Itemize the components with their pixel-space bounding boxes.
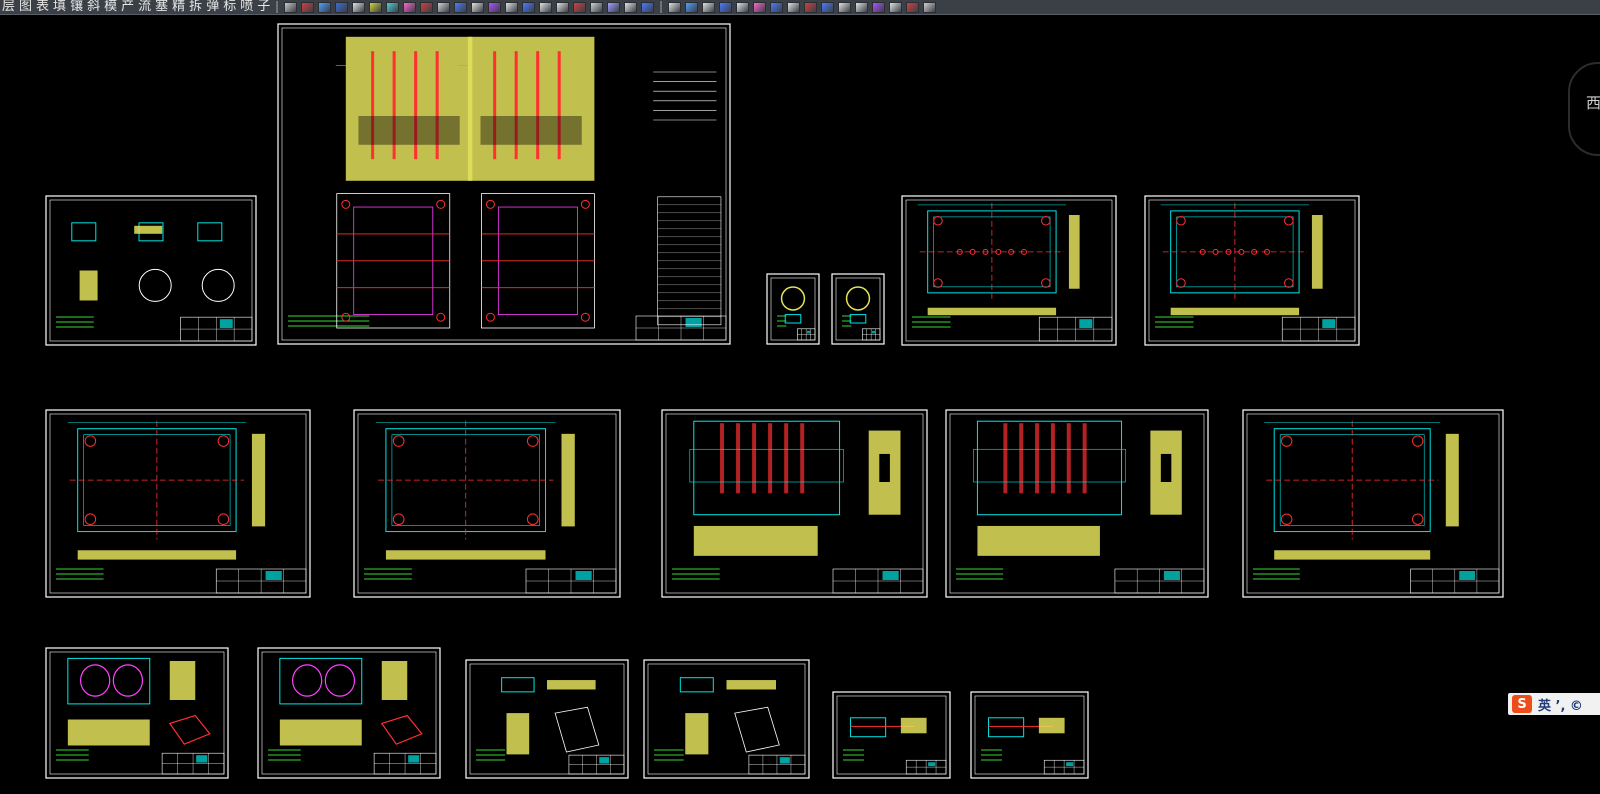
tool-icon[interactable] xyxy=(420,1,434,13)
tool-icon[interactable] xyxy=(804,1,818,13)
tool-icon[interactable] xyxy=(702,1,716,13)
tool-icon[interactable] xyxy=(556,1,570,13)
menu-item[interactable]: 流 xyxy=(136,0,153,14)
ime-status-bar[interactable]: S 英 ’, © xyxy=(1508,693,1600,715)
tool-icon[interactable] xyxy=(454,1,468,13)
menu-item[interactable]: 表 xyxy=(34,0,51,14)
menu-item[interactable]: 精 xyxy=(170,0,187,14)
menu-item[interactable]: 弹 xyxy=(204,0,221,14)
sogou-logo-icon: S xyxy=(1512,695,1532,713)
drawing-sheet-13-insert[interactable] xyxy=(257,647,441,779)
tool-icon[interactable] xyxy=(821,1,835,13)
toolbar-separator xyxy=(660,1,663,13)
drawing-sheet-16-tiny[interactable] xyxy=(832,691,951,779)
menu-item[interactable]: 层 xyxy=(0,0,17,14)
tool-icon[interactable] xyxy=(787,1,801,13)
drawing-sheet-17-tiny[interactable] xyxy=(970,691,1089,779)
tool-icon[interactable] xyxy=(386,1,400,13)
drawing-sheet-8-plate[interactable] xyxy=(353,409,621,598)
menu-item[interactable]: 镶 xyxy=(68,0,85,14)
cad-model-space[interactable] xyxy=(0,15,1600,794)
tool-icon[interactable] xyxy=(369,1,383,13)
cad-toolbar: 层图表填镶斜模产流塞精拆弹标喷子 xyxy=(0,0,1600,15)
tool-icon[interactable] xyxy=(736,1,750,13)
tool-icon[interactable] xyxy=(906,1,920,13)
tool-icon[interactable] xyxy=(668,1,682,13)
menu-item[interactable]: 模 xyxy=(102,0,119,14)
drawing-sheet-2-parts[interactable] xyxy=(45,195,257,346)
tool-icon[interactable] xyxy=(770,1,784,13)
menu-item[interactable]: 拆 xyxy=(187,0,204,14)
menu-item[interactable]: 图 xyxy=(17,0,34,14)
drawing-sheet-10-block[interactable] xyxy=(945,409,1209,598)
tool-icon[interactable] xyxy=(335,1,349,13)
tool-icon[interactable] xyxy=(352,1,366,13)
tool-icon[interactable] xyxy=(437,1,451,13)
menu-item[interactable]: 子 xyxy=(255,0,272,14)
drawing-sheet-11-plate[interactable] xyxy=(1242,409,1504,598)
mold-menu-bar: 层图表填镶斜模产流塞精拆弹标喷子 xyxy=(0,0,272,14)
drawing-sheet-9-block[interactable] xyxy=(661,409,928,598)
tool-icon[interactable] xyxy=(838,1,852,13)
menu-item[interactable]: 喷 xyxy=(238,0,255,14)
tool-icon[interactable] xyxy=(719,1,733,13)
drawing-sheet-1-mold-assembly[interactable] xyxy=(277,23,731,345)
tool-icon[interactable] xyxy=(522,1,536,13)
drawing-sheet-5-plate[interactable] xyxy=(901,195,1117,346)
tool-icon[interactable] xyxy=(318,1,332,13)
tool-icon[interactable] xyxy=(590,1,604,13)
tool-icon[interactable] xyxy=(753,1,767,13)
tool-icon[interactable] xyxy=(539,1,553,13)
tool-icon[interactable] xyxy=(301,1,315,13)
tool-icon[interactable] xyxy=(872,1,886,13)
menu-item[interactable]: 标 xyxy=(221,0,238,14)
tool-icon[interactable] xyxy=(607,1,621,13)
tool-icon[interactable] xyxy=(641,1,655,13)
ime-mode-text: 英 ’, © xyxy=(1538,698,1583,714)
tool-icon[interactable] xyxy=(855,1,869,13)
tool-icon[interactable] xyxy=(284,1,298,13)
menu-item[interactable]: 产 xyxy=(119,0,136,14)
tool-icon[interactable] xyxy=(505,1,519,13)
drawing-sheet-14-detail[interactable] xyxy=(465,659,629,779)
menu-item[interactable]: 填 xyxy=(51,0,68,14)
side-panel-label: 西 xyxy=(1586,94,1600,112)
tool-icon[interactable] xyxy=(889,1,903,13)
drawing-sheet-4-small[interactable] xyxy=(831,273,885,345)
drawing-sheet-7-plate[interactable] xyxy=(45,409,311,598)
tool-icon[interactable] xyxy=(488,1,502,13)
menu-item[interactable]: 斜 xyxy=(85,0,102,14)
drawing-sheet-12-insert[interactable] xyxy=(45,647,229,779)
tool-icon-group-2 xyxy=(666,0,938,14)
tool-icon[interactable] xyxy=(923,1,937,13)
drawing-sheet-15-detail[interactable] xyxy=(643,659,810,779)
drawing-sheet-6-plate[interactable] xyxy=(1144,195,1360,346)
tool-icon[interactable] xyxy=(471,1,485,13)
menu-item[interactable]: 塞 xyxy=(153,0,170,14)
tool-icon-group-1 xyxy=(282,0,656,14)
drawing-sheet-3-small[interactable] xyxy=(766,273,820,345)
tool-icon[interactable] xyxy=(685,1,699,13)
tool-icon[interactable] xyxy=(573,1,587,13)
tool-icon[interactable] xyxy=(403,1,417,13)
tool-icon[interactable] xyxy=(624,1,638,13)
toolbar-separator xyxy=(276,1,279,13)
